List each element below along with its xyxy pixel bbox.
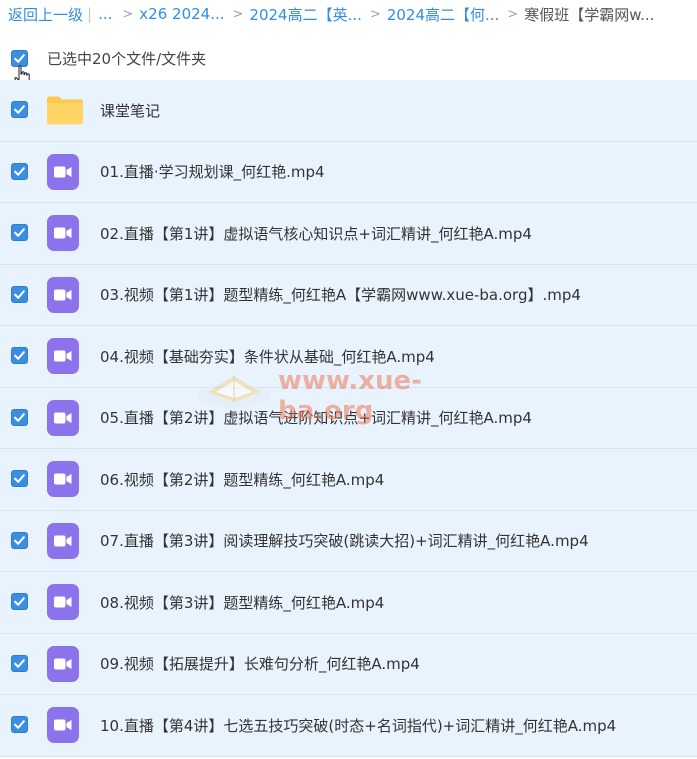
video-file-icon [47, 461, 79, 498]
video-file-icon [47, 399, 79, 436]
video-file-icon [47, 276, 79, 313]
checkbox-checked-icon [14, 166, 25, 176]
checkbox-checked-icon [14, 720, 25, 730]
video-file-icon [47, 338, 79, 375]
file-name[interactable]: 01.直播·学习规划课_何红艳.mp4 [100, 161, 325, 182]
video-file-icon [47, 584, 79, 621]
breadcrumb-ellipsis[interactable]: ... [98, 5, 112, 23]
list-item[interactable]: 01.直播·学习规划课_何红艳.mp4 [0, 141, 697, 203]
list-item[interactable]: 05.直播【第2讲】虚拟语气进阶知识点+词汇精讲_何红艳A.mp4 [0, 387, 697, 449]
list-item[interactable]: 10.直播【第4讲】七选五技巧突破(时态+名词指代)+词汇精讲_何红艳A.mp4 [0, 695, 697, 757]
file-name[interactable]: 02.直播【第1讲】虚拟语气核心知识点+词汇精讲_何红艳A.mp4 [100, 223, 532, 244]
back-link[interactable]: 返回上一级 [8, 4, 83, 25]
checkbox-checked-icon [14, 105, 25, 115]
row-checkbox[interactable] [11, 470, 28, 488]
checkbox-checked-icon [14, 228, 25, 238]
row-checkbox[interactable] [11, 347, 28, 365]
selection-count-label: 已选中20个文件/文件夹 [47, 49, 207, 68]
chevron-right-icon: > [122, 6, 134, 22]
video-file-icon [47, 215, 79, 252]
list-item[interactable]: 课堂笔记 [0, 80, 697, 142]
breadcrumb-item-1[interactable]: x26 2024... [139, 5, 224, 23]
list-item[interactable]: 03.视频【第1讲】题型精练_何红艳A【学霸网www.xue-ba.org】.m… [0, 264, 697, 326]
video-file-icon [47, 153, 79, 190]
checkbox-checked-icon [14, 474, 25, 484]
row-checkbox[interactable] [11, 162, 28, 180]
video-file-icon [47, 522, 79, 559]
file-name[interactable]: 04.视频【基础夯实】条件状从基础_何红艳A.mp4 [100, 346, 435, 367]
row-checkbox[interactable] [11, 408, 28, 426]
chevron-right-icon: > [507, 6, 519, 22]
breadcrumb: 返回上一级 | ... > x26 2024... > 2024高二【英... … [0, 0, 697, 28]
chevron-right-icon: > [369, 6, 381, 22]
list-item[interactable]: 08.视频【第3讲】题型精练_何红艳A.mp4 [0, 572, 697, 634]
checkbox-checked-icon [14, 412, 25, 422]
breadcrumb-item-3[interactable]: 2024高二【何... [387, 4, 499, 25]
file-name[interactable]: 07.直播【第3讲】阅读理解技巧突破(跳读大招)+词汇精讲_何红艳A.mp4 [100, 530, 589, 551]
video-file-icon [47, 645, 79, 682]
checkbox-checked-icon [14, 535, 25, 545]
checkbox-checked-icon [14, 351, 25, 361]
checkbox-checked-icon [14, 289, 25, 299]
file-name[interactable]: 06.视频【第2讲】题型精练_何红艳A.mp4 [100, 469, 384, 490]
file-name[interactable]: 08.视频【第3讲】题型精练_何红艳A.mp4 [100, 592, 384, 613]
file-name[interactable]: 05.直播【第2讲】虚拟语气进阶知识点+词汇精讲_何红艳A.mp4 [100, 407, 532, 428]
checkbox-checked-icon [14, 658, 25, 668]
breadcrumb-separator: | [87, 5, 93, 23]
chevron-right-icon: > [232, 6, 244, 22]
file-name[interactable]: 课堂笔记 [100, 100, 160, 121]
row-checkbox[interactable] [11, 224, 28, 242]
row-checkbox[interactable] [11, 716, 28, 734]
row-checkbox[interactable] [11, 101, 28, 119]
row-checkbox[interactable] [11, 285, 28, 303]
list-item[interactable]: 07.直播【第3讲】阅读理解技巧突破(跳读大招)+词汇精讲_何红艳A.mp4 [0, 510, 697, 572]
file-name[interactable]: 03.视频【第1讲】题型精练_何红艳A【学霸网www.xue-ba.org】.m… [100, 284, 581, 305]
video-file-icon [47, 707, 79, 744]
list-item[interactable]: 02.直播【第1讲】虚拟语气核心知识点+词汇精讲_何红艳A.mp4 [0, 203, 697, 265]
file-list: 课堂笔记 01.直播·学习规划课_何红艳.mp4 02.直播【第1讲】虚拟语气核… [0, 80, 697, 757]
row-checkbox[interactable] [11, 654, 28, 672]
row-checkbox[interactable] [11, 531, 28, 549]
breadcrumb-current: 寒假班【学霸网w... [524, 5, 655, 24]
list-item[interactable]: 06.视频【第2讲】题型精练_何红艳A.mp4 [0, 449, 697, 511]
breadcrumb-item-2[interactable]: 2024高二【英... [249, 4, 361, 25]
list-item[interactable]: 04.视频【基础夯实】条件状从基础_何红艳A.mp4 [0, 326, 697, 388]
file-name[interactable]: 09.视频【拓展提升】长难句分析_何红艳A.mp4 [100, 653, 420, 674]
checkbox-checked-icon [14, 597, 25, 607]
folder-icon [47, 96, 83, 125]
list-item[interactable]: 09.视频【拓展提升】长难句分析_何红艳A.mp4 [0, 633, 697, 695]
select-all-bar: 已选中20个文件/文件夹 [0, 40, 697, 76]
file-name[interactable]: 10.直播【第4讲】七选五技巧突破(时态+名词指代)+词汇精讲_何红艳A.mp4 [100, 715, 616, 736]
row-checkbox[interactable] [11, 593, 28, 611]
